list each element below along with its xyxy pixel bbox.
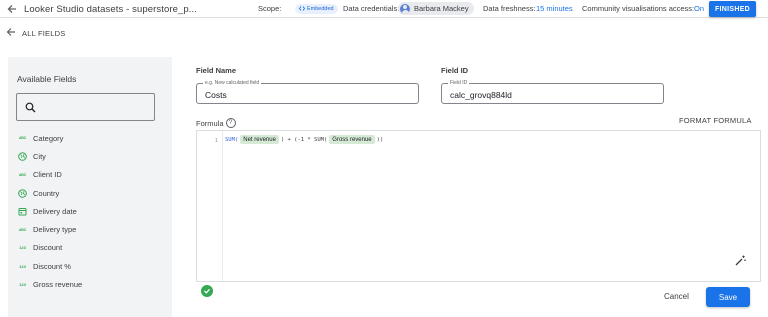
save-button[interactable]: Save	[706, 287, 750, 307]
number-type-icon: 123	[19, 282, 26, 288]
number-type-icon: 123	[19, 245, 26, 251]
field-item-discount-percent[interactable]: 123 Discount %	[18, 257, 168, 275]
back-arrow-icon[interactable]	[6, 3, 18, 15]
community-access-value-link[interactable]: On	[694, 4, 704, 13]
field-item-label: Client ID	[33, 170, 62, 180]
search-icon	[25, 102, 36, 113]
community-access-label: Community visualisations access:	[582, 4, 695, 13]
avatar-icon	[400, 3, 410, 14]
credentials-user-chip[interactable]: Barbara Mackey	[398, 2, 474, 15]
scope-chip-label: Embedded	[307, 5, 334, 12]
field-item-delivery-date[interactable]: Delivery date	[18, 202, 168, 220]
field-item-country[interactable]: Country	[18, 184, 168, 202]
scope-chip[interactable]: Embedded	[295, 3, 338, 14]
finished-button[interactable]: FINISHED	[709, 1, 756, 17]
field-item-label: City	[33, 151, 46, 161]
freshness-label: Data freshness:	[483, 4, 536, 13]
datasource-title: Looker Studio datasets - superstore_p...	[24, 4, 197, 15]
field-item-label: Delivery type	[33, 225, 77, 235]
field-item-client-id[interactable]: ABC Client ID	[18, 166, 168, 184]
format-formula-button[interactable]: FORMAT FORMULA	[679, 116, 752, 125]
magic-wand-icon[interactable]	[734, 254, 747, 267]
help-icon[interactable]: ?	[225, 118, 236, 128]
field-name-value: Costs	[205, 90, 227, 100]
all-fields-link[interactable]: ALL FIELDS	[22, 29, 65, 38]
formula-label-row: Formula ?	[196, 118, 236, 128]
available-fields-title: Available Fields	[17, 74, 77, 84]
formula-label: Formula	[196, 118, 224, 128]
field-id-value: calc_grovq884ld	[450, 90, 512, 100]
scope-label: Scope:	[258, 4, 282, 13]
formula-operator: ) + (-1 * SUM(	[280, 136, 328, 143]
back-arrow-icon[interactable]	[6, 27, 16, 37]
formula-field-chip[interactable]: Net revenue	[240, 135, 279, 144]
cancel-button[interactable]: Cancel	[664, 292, 689, 301]
formula-field-chip[interactable]: Gross revenue	[329, 135, 375, 144]
field-name-label: Field Name	[196, 66, 237, 75]
field-item-label: Discount	[33, 243, 63, 253]
freshness-value-link[interactable]: 15 minutes	[536, 4, 573, 13]
formula-function: SUM(	[225, 136, 239, 143]
field-item-label: Gross revenue	[33, 280, 83, 290]
embed-icon	[299, 6, 305, 11]
field-id-label: Field ID	[441, 66, 469, 75]
field-item-discount[interactable]: 123 Discount	[18, 239, 168, 257]
field-item-label: Country	[33, 188, 60, 198]
field-name-input[interactable]: e.g. New calculated field Costs	[196, 80, 419, 104]
top-bar: Looker Studio datasets - superstore_p...…	[0, 0, 768, 18]
formula-close: ))	[376, 136, 384, 143]
available-fields-panel: Available Fields ABC Category City ABC C…	[8, 57, 172, 317]
formula-code-line: SUM( Net revenue ) + (-1 * SUM( Gross re…	[225, 135, 383, 144]
editor-gutter: 1	[197, 131, 223, 281]
globe-icon	[18, 188, 27, 198]
credentials-user-name: Barbara Mackey	[414, 4, 469, 13]
globe-icon	[18, 152, 27, 161]
credentials-label: Data credentials:	[343, 4, 400, 13]
field-item-label: Discount %	[33, 261, 71, 271]
number-type-icon: 123	[19, 263, 26, 269]
formula-editor[interactable]: 1 SUM( Net revenue ) + (-1 * SUM( Gross …	[196, 130, 761, 282]
calendar-icon	[18, 207, 27, 216]
all-fields-bar: ALL FIELDS	[0, 23, 768, 43]
available-fields-list: ABC Category City ABC Client ID Country …	[18, 129, 168, 294]
text-type-icon: ABC	[18, 172, 27, 177]
field-name-placeholder: e.g. New calculated field	[203, 80, 262, 86]
field-item-label: Delivery date	[33, 206, 77, 216]
field-item-city[interactable]: City	[18, 147, 168, 165]
field-item-gross-revenue[interactable]: 123 Gross revenue	[18, 275, 168, 293]
field-search-input[interactable]	[16, 93, 155, 121]
formula-valid-check-icon	[201, 285, 213, 297]
text-type-icon: ABC	[18, 227, 27, 232]
text-type-icon: ABC	[18, 136, 27, 141]
field-item-delivery-type[interactable]: ABC Delivery type	[18, 220, 168, 238]
field-id-input[interactable]: Field ID calc_grovq884ld	[441, 80, 664, 104]
field-item-category[interactable]: ABC Category	[18, 129, 168, 147]
field-item-label: Category	[33, 133, 64, 143]
field-id-legend: Field ID	[448, 80, 470, 86]
line-number: 1	[214, 138, 218, 144]
